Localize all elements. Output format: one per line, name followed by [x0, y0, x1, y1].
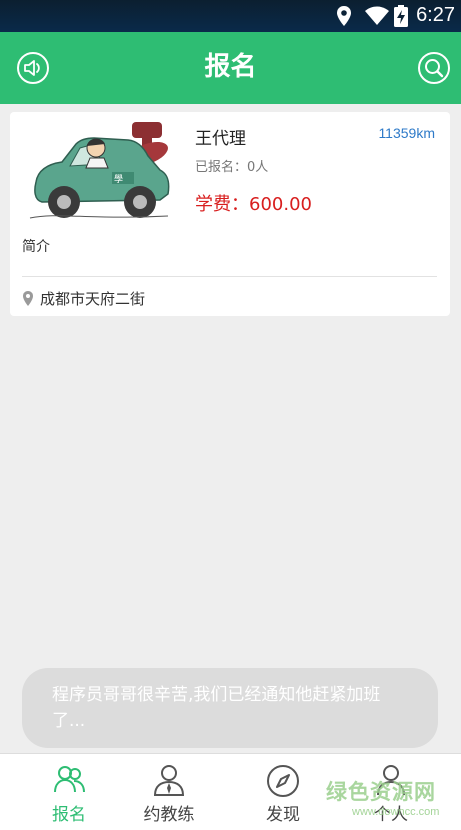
tab-discover[interactable]: 发现 [233, 754, 333, 830]
users-icon [54, 766, 85, 793]
search-button[interactable] [417, 51, 451, 85]
card-divider [22, 276, 437, 277]
location-pin-icon [23, 290, 33, 306]
address-text: 成都市天府二街 [40, 289, 146, 308]
intro-label: 简介 [22, 239, 50, 255]
wifi-icon [365, 6, 389, 25]
watermark-logo: 绿色资源网 www.downcc.com [326, 776, 446, 822]
tab-signup-label: 报名 [52, 805, 86, 825]
battery-icon [394, 5, 408, 27]
enrolled-count: 已报名：0人 [195, 160, 269, 175]
tuition-fee: 学费：600.00 [195, 194, 312, 215]
address-row: 成都市天府二街 [22, 288, 145, 308]
distance-label: 11359km [378, 125, 435, 141]
page-title: 报名 [204, 52, 257, 82]
toast-message: 程序员哥哥很辛苦,我们已经通知他赶紧加班了... [22, 668, 438, 748]
watermark-sub-text: www.downcc.com [352, 806, 440, 818]
tab-book-coach[interactable]: 约教练 [119, 754, 219, 830]
tab-book-coach-label: 约教练 [143, 805, 195, 825]
coach-icon [153, 765, 185, 796]
svg-text:學: 學 [114, 173, 123, 185]
status-time: 6:27 [416, 4, 455, 26]
coach-name: 王代理 [195, 129, 246, 149]
coach-card[interactable]: 學 王代理 11359km 已报名：0人 学费：600.00 简介 成都市天府二… [10, 112, 450, 316]
tab-discover-label: 发现 [266, 805, 300, 825]
location-pin-icon [337, 6, 351, 26]
coach-car-illustration: 學 [29, 122, 170, 219]
app-header: 报名 [0, 32, 461, 104]
watermark-main-text: 绿色资源网 [326, 780, 436, 804]
tab-signup[interactable]: 报名 [19, 754, 119, 830]
compass-icon [267, 765, 299, 797]
status-bar: 6:27 [0, 0, 461, 32]
